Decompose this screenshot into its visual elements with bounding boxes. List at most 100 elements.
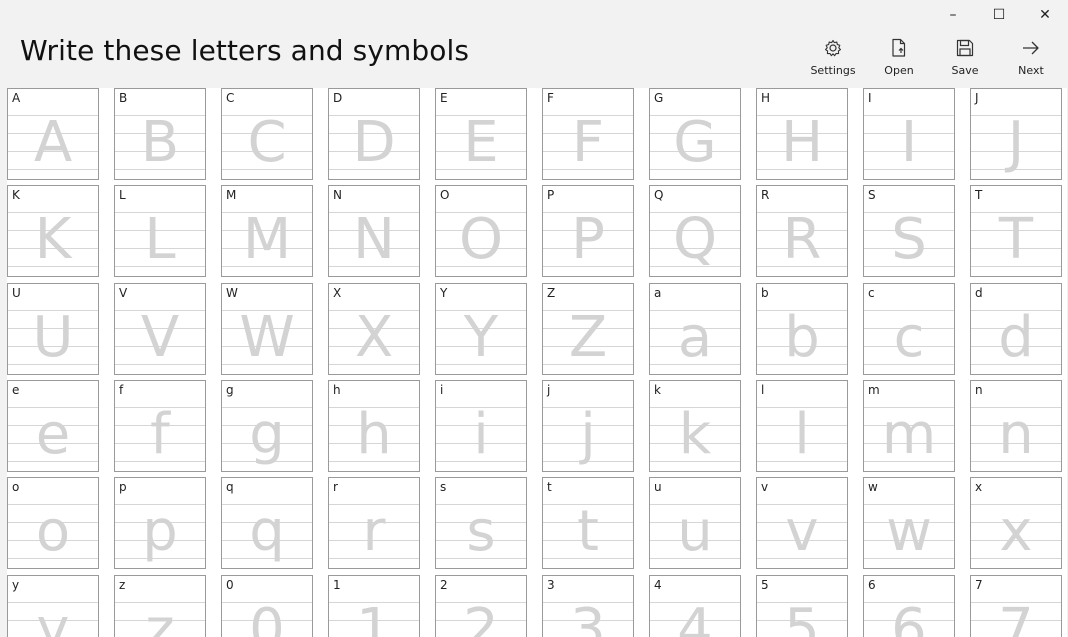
character-ghost: u: [677, 499, 713, 564]
character-ghost: k: [678, 402, 712, 467]
character-cell[interactable]: 44: [649, 575, 741, 637]
character-cell[interactable]: tt: [542, 477, 634, 569]
character-cell[interactable]: VV: [114, 283, 206, 375]
character-cell[interactable]: ww: [863, 477, 955, 569]
save-button[interactable]: Save: [932, 38, 998, 84]
character-cell[interactable]: ZZ: [542, 283, 634, 375]
character-cell[interactable]: kk: [649, 380, 741, 472]
settings-button[interactable]: Settings: [800, 38, 866, 84]
character-cell[interactable]: ff: [114, 380, 206, 472]
character-ghost: w: [886, 499, 932, 564]
character-cell[interactable]: LL: [114, 185, 206, 277]
character-cell[interactable]: MM: [221, 185, 313, 277]
character-cell[interactable]: vv: [756, 477, 848, 569]
character-cell[interactable]: II: [863, 88, 955, 180]
open-button[interactable]: Open: [866, 38, 932, 84]
character-ghost: 5: [784, 597, 820, 637]
character-ghost: 7: [998, 597, 1034, 637]
character-cell[interactable]: 55: [756, 575, 848, 637]
character-label: q: [226, 480, 234, 494]
character-cell[interactable]: qq: [221, 477, 313, 569]
character-ghost: E: [463, 110, 499, 175]
character-cell[interactable]: FF: [542, 88, 634, 180]
character-label: N: [333, 188, 342, 202]
character-cell[interactable]: cc: [863, 283, 955, 375]
character-label: m: [868, 383, 880, 397]
character-cell[interactable]: 11: [328, 575, 420, 637]
character-cell[interactable]: mm: [863, 380, 955, 472]
character-cell[interactable]: 00: [221, 575, 313, 637]
character-cell[interactable]: uu: [649, 477, 741, 569]
character-cell[interactable]: RR: [756, 185, 848, 277]
character-label: z: [119, 578, 126, 592]
character-cell[interactable]: bb: [756, 283, 848, 375]
character-cell[interactable]: zz: [114, 575, 206, 637]
character-cell[interactable]: XX: [328, 283, 420, 375]
character-cell[interactable]: 22: [435, 575, 527, 637]
character-ghost: b: [784, 305, 820, 370]
character-cell[interactable]: WW: [221, 283, 313, 375]
character-cell[interactable]: gg: [221, 380, 313, 472]
character-cell[interactable]: BB: [114, 88, 206, 180]
character-cell[interactable]: YY: [435, 283, 527, 375]
character-cell[interactable]: yy: [7, 575, 99, 637]
character-label: 5: [761, 578, 769, 592]
character-cell[interactable]: ii: [435, 380, 527, 472]
open-label: Open: [884, 64, 914, 77]
character-cell[interactable]: OO: [435, 185, 527, 277]
character-ghost: S: [891, 207, 927, 272]
character-cell[interactable]: HH: [756, 88, 848, 180]
character-cell[interactable]: NN: [328, 185, 420, 277]
character-label: J: [975, 91, 979, 105]
character-cell[interactable]: DD: [328, 88, 420, 180]
character-ghost: Z: [568, 305, 608, 370]
character-cell[interactable]: CC: [221, 88, 313, 180]
character-ghost: z: [145, 597, 175, 637]
character-label: R: [761, 188, 770, 202]
character-cell[interactable]: UU: [7, 283, 99, 375]
character-label: 1: [333, 578, 341, 592]
character-ghost: V: [140, 305, 180, 370]
character-cell[interactable]: jj: [542, 380, 634, 472]
character-cell[interactable]: 33: [542, 575, 634, 637]
character-ghost: d: [998, 305, 1034, 370]
minimize-icon: –: [949, 7, 957, 23]
character-cell[interactable]: oo: [7, 477, 99, 569]
character-cell[interactable]: hh: [328, 380, 420, 472]
character-label: K: [12, 188, 20, 202]
character-cell[interactable]: rr: [328, 477, 420, 569]
character-cell[interactable]: TT: [970, 185, 1062, 277]
character-cell[interactable]: ee: [7, 380, 99, 472]
character-cell[interactable]: 66: [863, 575, 955, 637]
character-cell[interactable]: 77: [970, 575, 1062, 637]
character-ghost: f: [150, 402, 170, 467]
character-cell[interactable]: QQ: [649, 185, 741, 277]
toolbar: Settings Open Save Next: [800, 38, 1064, 84]
next-button[interactable]: Next: [998, 38, 1064, 84]
character-ghost: m: [881, 402, 937, 467]
character-ghost: g: [249, 402, 285, 467]
character-cell[interactable]: xx: [970, 477, 1062, 569]
character-cell[interactable]: AA: [7, 88, 99, 180]
character-cell[interactable]: KK: [7, 185, 99, 277]
character-cell[interactable]: JJ: [970, 88, 1062, 180]
character-cell[interactable]: aa: [649, 283, 741, 375]
maximize-button[interactable]: ☐: [976, 0, 1022, 30]
character-cell[interactable]: pp: [114, 477, 206, 569]
character-cell[interactable]: EE: [435, 88, 527, 180]
minimize-button[interactable]: –: [930, 0, 976, 30]
character-cell[interactable]: GG: [649, 88, 741, 180]
character-ghost: 2: [463, 597, 499, 637]
character-cell[interactable]: dd: [970, 283, 1062, 375]
character-cell[interactable]: PP: [542, 185, 634, 277]
character-cell[interactable]: ss: [435, 477, 527, 569]
character-ghost: I: [900, 110, 918, 175]
character-cell[interactable]: nn: [970, 380, 1062, 472]
character-ghost: x: [999, 499, 1033, 564]
character-cell[interactable]: ll: [756, 380, 848, 472]
character-ghost: 3: [570, 597, 606, 637]
character-ghost: A: [33, 110, 73, 175]
close-button[interactable]: ✕: [1022, 0, 1068, 30]
character-cell[interactable]: SS: [863, 185, 955, 277]
character-label: F: [547, 91, 554, 105]
